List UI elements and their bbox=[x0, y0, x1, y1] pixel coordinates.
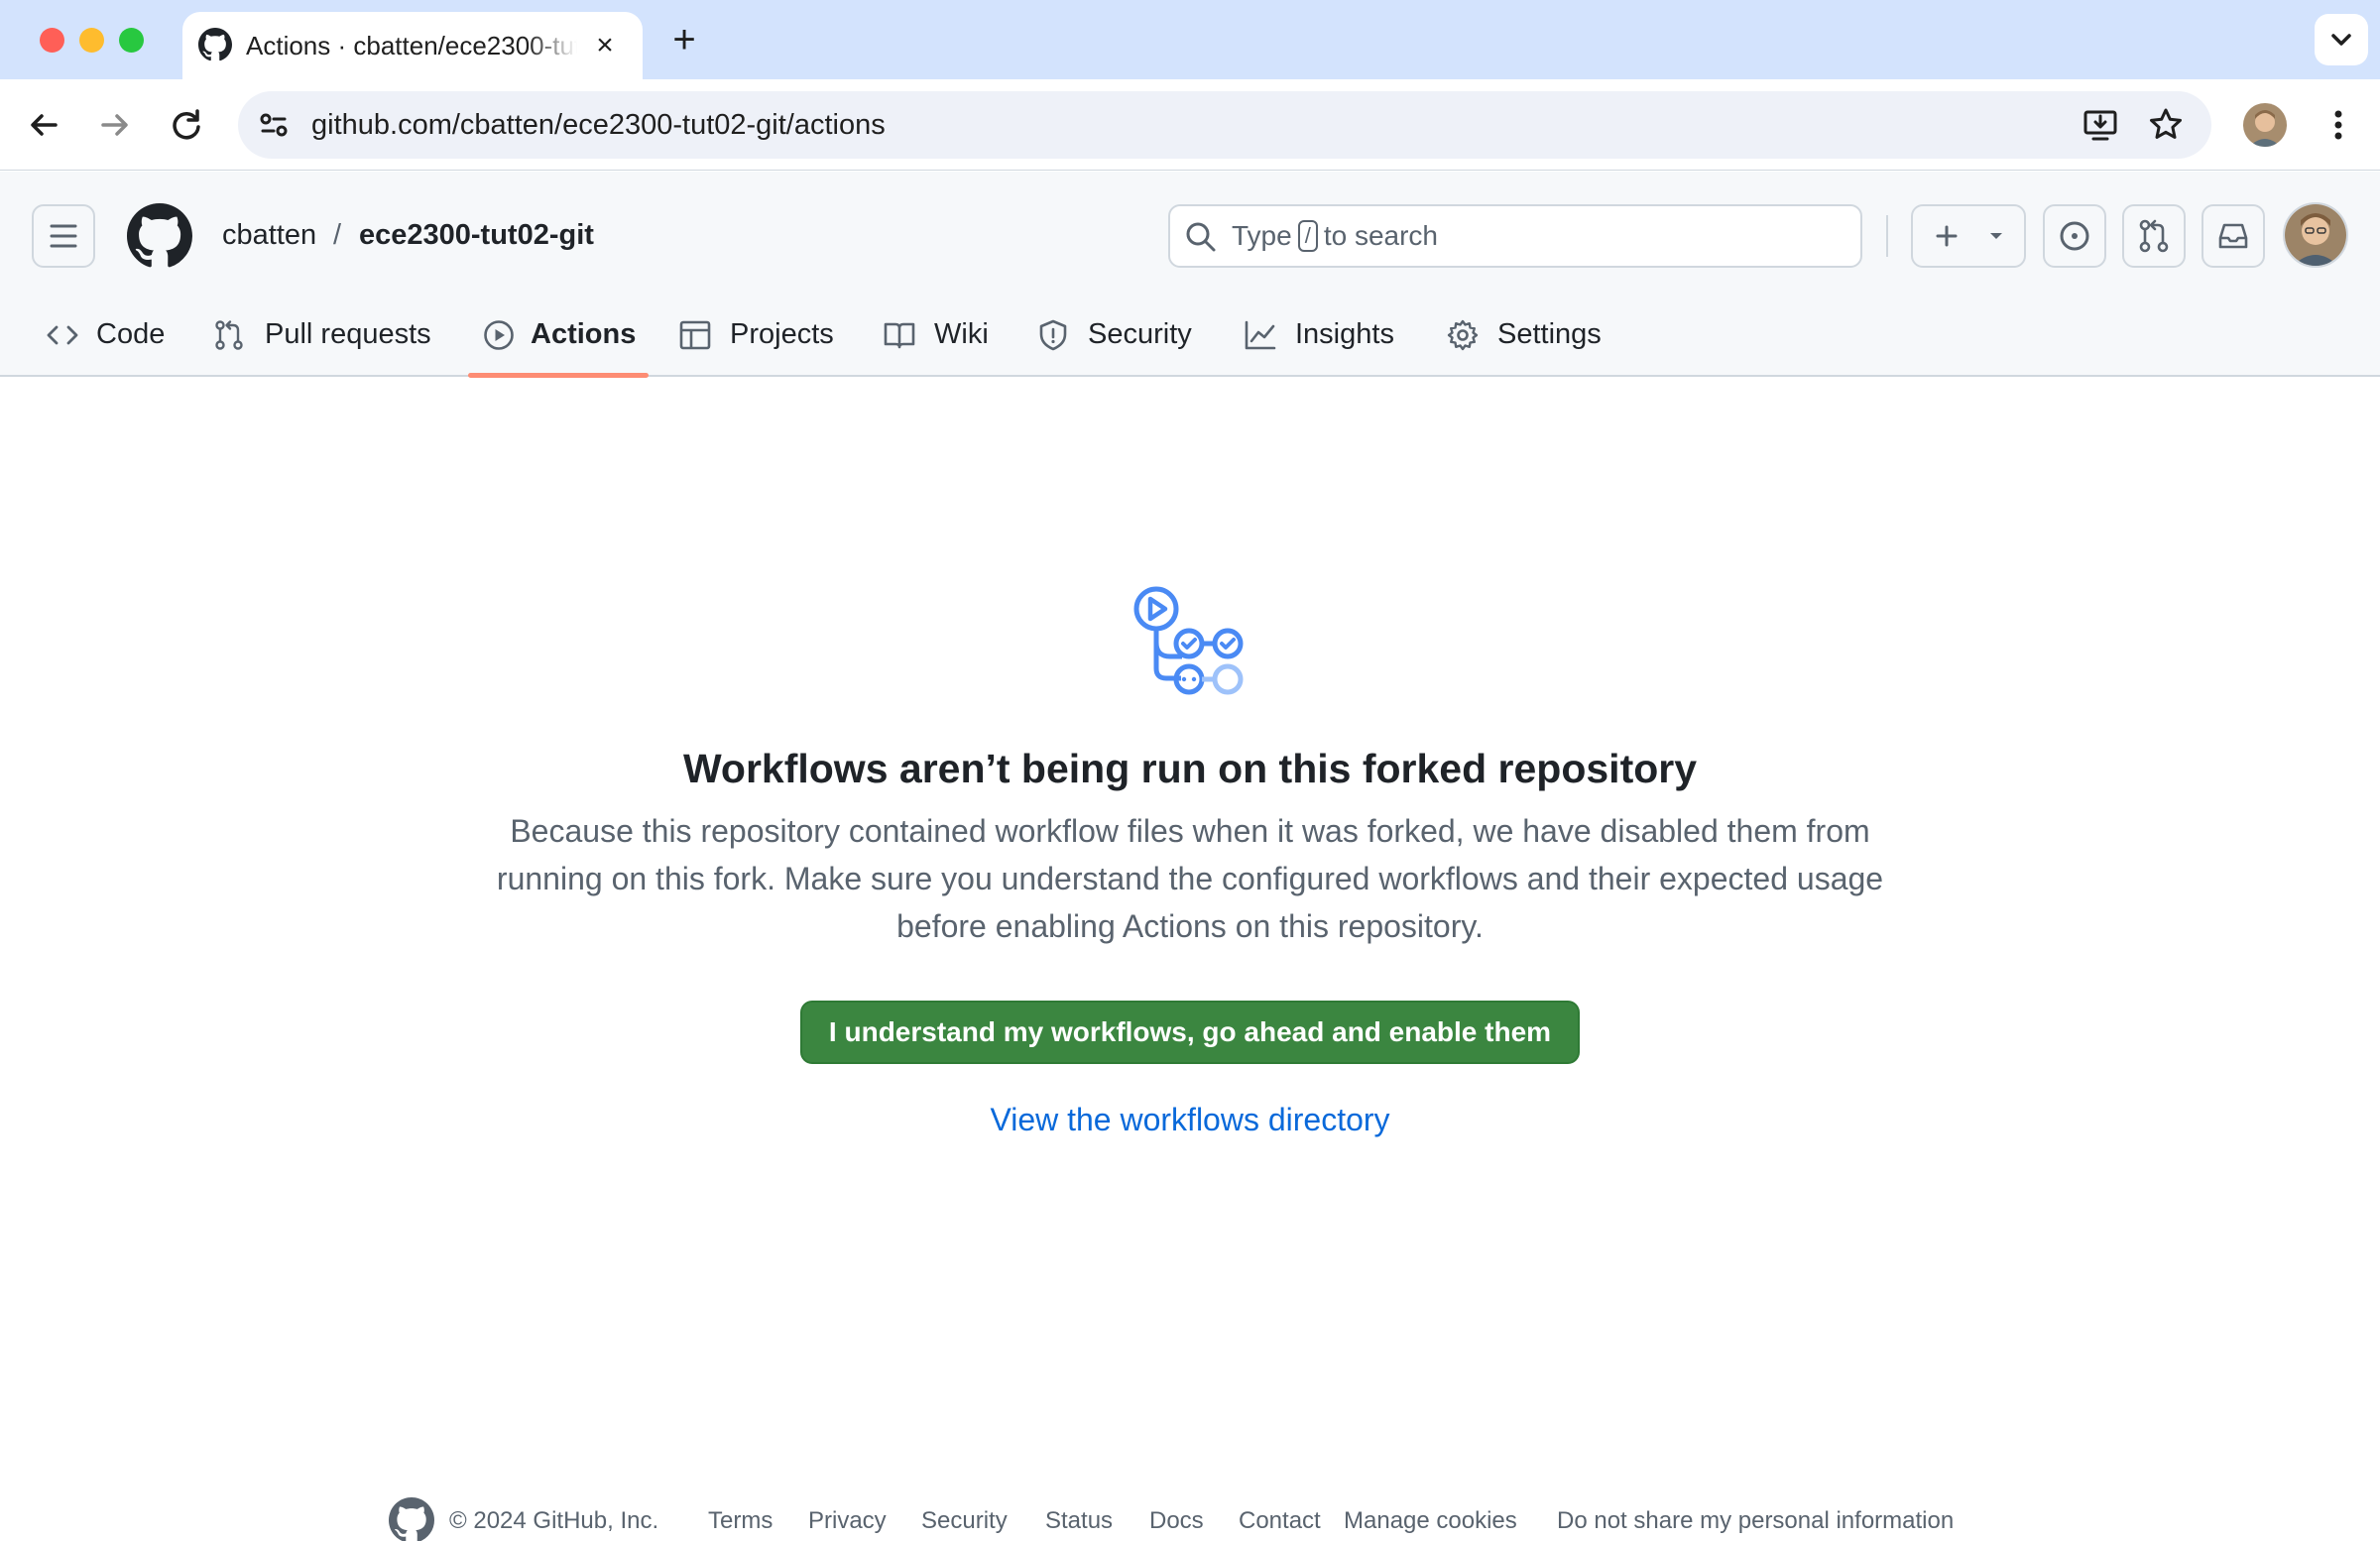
hamburger-icon bbox=[50, 224, 77, 248]
tab-security-label: Security bbox=[1088, 318, 1192, 350]
tab-wiki-label: Wiki bbox=[934, 318, 989, 350]
browser-tabstrip: Actions · cbatten/ece2300-tut02-git × + bbox=[0, 0, 2380, 79]
graph-icon bbox=[1245, 320, 1276, 350]
url-text: github.com/cbatten/ece2300-tut02-git/act… bbox=[311, 109, 886, 141]
blankslate-title: Workflows aren’t being run on this forke… bbox=[682, 746, 1698, 791]
git-pull-request-icon bbox=[2139, 219, 2169, 253]
pull-requests-button[interactable] bbox=[2122, 204, 2186, 268]
reload-icon[interactable] bbox=[163, 101, 210, 149]
workflows-directory-link[interactable]: View the workflows directory bbox=[0, 1098, 2380, 1141]
workflow-icon bbox=[1133, 586, 1244, 695]
search-placeholder: Type / to search bbox=[1232, 216, 1438, 256]
footer-link-docs[interactable]: Docs bbox=[1149, 1503, 1204, 1539]
tab-code-label: Code bbox=[96, 318, 166, 350]
tab-insights-label: Insights bbox=[1295, 318, 1394, 350]
footer-link-do-not-share[interactable]: Do not share my personal information bbox=[1557, 1503, 1954, 1539]
code-icon bbox=[47, 325, 78, 345]
shield-icon bbox=[1039, 319, 1067, 351]
play-icon bbox=[484, 320, 514, 350]
github-header: cbatten / ece2300-tut02-git Type / to sear… bbox=[0, 172, 2380, 378]
profile-photo-icon bbox=[2243, 103, 2287, 147]
tab-title: Actions · cbatten/ece2300-tut02-git bbox=[246, 31, 577, 60]
issues-button[interactable] bbox=[2043, 204, 2106, 268]
user-avatar[interactable] bbox=[2283, 202, 2348, 268]
back-arrow-icon[interactable] bbox=[20, 101, 67, 149]
github-footer-logo-icon[interactable] bbox=[389, 1497, 434, 1541]
install-app-icon[interactable] bbox=[2081, 105, 2120, 145]
tab-close-icon[interactable]: × bbox=[591, 31, 619, 60]
browser-tab-active[interactable]: Actions · cbatten/ece2300-tut02-git × bbox=[182, 12, 643, 79]
header-divider bbox=[1886, 215, 1888, 257]
footer-copyright: © 2024 GitHub, Inc. bbox=[449, 1507, 659, 1534]
active-tab-underline bbox=[468, 373, 649, 378]
browser-menu-icon[interactable] bbox=[2317, 103, 2360, 147]
git-pull-request-icon bbox=[215, 320, 243, 350]
footer-link-status[interactable]: Status bbox=[1045, 1503, 1113, 1539]
footer-link-terms[interactable]: Terms bbox=[708, 1503, 773, 1539]
inbox-button[interactable] bbox=[2202, 204, 2265, 268]
footer-link-manage-cookies[interactable]: Manage cookies bbox=[1344, 1503, 1517, 1539]
search-placeholder-prefix: Type bbox=[1232, 220, 1292, 251]
bookmark-star-icon[interactable] bbox=[2146, 105, 2186, 145]
breadcrumb-separator: / bbox=[333, 219, 342, 251]
new-tab-button[interactable]: + bbox=[664, 20, 704, 59]
gear-icon bbox=[1447, 319, 1479, 351]
repo-navigation: Code Pull requests Actions Projects Wiki… bbox=[0, 300, 2380, 376]
footer-link-contact[interactable]: Contact bbox=[1239, 1503, 1321, 1539]
browser-profile-avatar[interactable] bbox=[2243, 103, 2287, 147]
tab-settings-label: Settings bbox=[1497, 318, 1602, 350]
browser-toolbar: github.com/cbatten/ece2300-tut02-git/act… bbox=[0, 79, 2380, 171]
search-placeholder-suffix: to search bbox=[1323, 220, 1438, 251]
issue-opened-icon bbox=[2060, 221, 2089, 251]
breadcrumb-owner[interactable]: cbatten bbox=[222, 215, 316, 255]
inbox-icon bbox=[2218, 223, 2248, 249]
user-photo-icon bbox=[2285, 204, 2346, 266]
enable-workflows-button[interactable]: I understand my workflows, go ahead and … bbox=[800, 1001, 1580, 1064]
address-bar[interactable]: github.com/cbatten/ece2300-tut02-git/act… bbox=[238, 91, 2211, 159]
tab-search-button[interactable] bbox=[2315, 14, 2368, 65]
footer-link-privacy[interactable]: Privacy bbox=[808, 1503, 887, 1539]
tab-pull-requests-label: Pull requests bbox=[265, 318, 431, 350]
search-input[interactable]: Type / to search bbox=[1168, 204, 1862, 268]
tab-actions-label: Actions bbox=[531, 318, 637, 350]
footer-link-security[interactable]: Security bbox=[921, 1503, 1008, 1539]
forward-arrow-icon[interactable] bbox=[91, 101, 139, 149]
open-menu-button[interactable] bbox=[32, 204, 95, 268]
search-icon bbox=[1186, 222, 1216, 252]
create-new-button[interactable] bbox=[1911, 204, 2026, 268]
minimize-window-button[interactable] bbox=[79, 28, 104, 53]
close-window-button[interactable] bbox=[40, 28, 64, 53]
breadcrumb-repo[interactable]: ece2300-tut02-git bbox=[359, 215, 594, 255]
maximize-window-button[interactable] bbox=[119, 28, 144, 53]
table-icon bbox=[679, 320, 711, 350]
blankslate-description: Because this repository contained workfl… bbox=[496, 813, 1884, 944]
github-logo-icon[interactable] bbox=[127, 203, 192, 269]
search-shortcut-key: / bbox=[1297, 220, 1318, 252]
plus-dropdown-icon bbox=[1936, 225, 2002, 247]
github-favicon-icon bbox=[198, 28, 232, 61]
site-info-icon[interactable] bbox=[254, 105, 294, 145]
chevron-down-icon bbox=[2331, 34, 2351, 46]
book-icon bbox=[884, 322, 915, 349]
tab-projects-label: Projects bbox=[730, 318, 834, 350]
